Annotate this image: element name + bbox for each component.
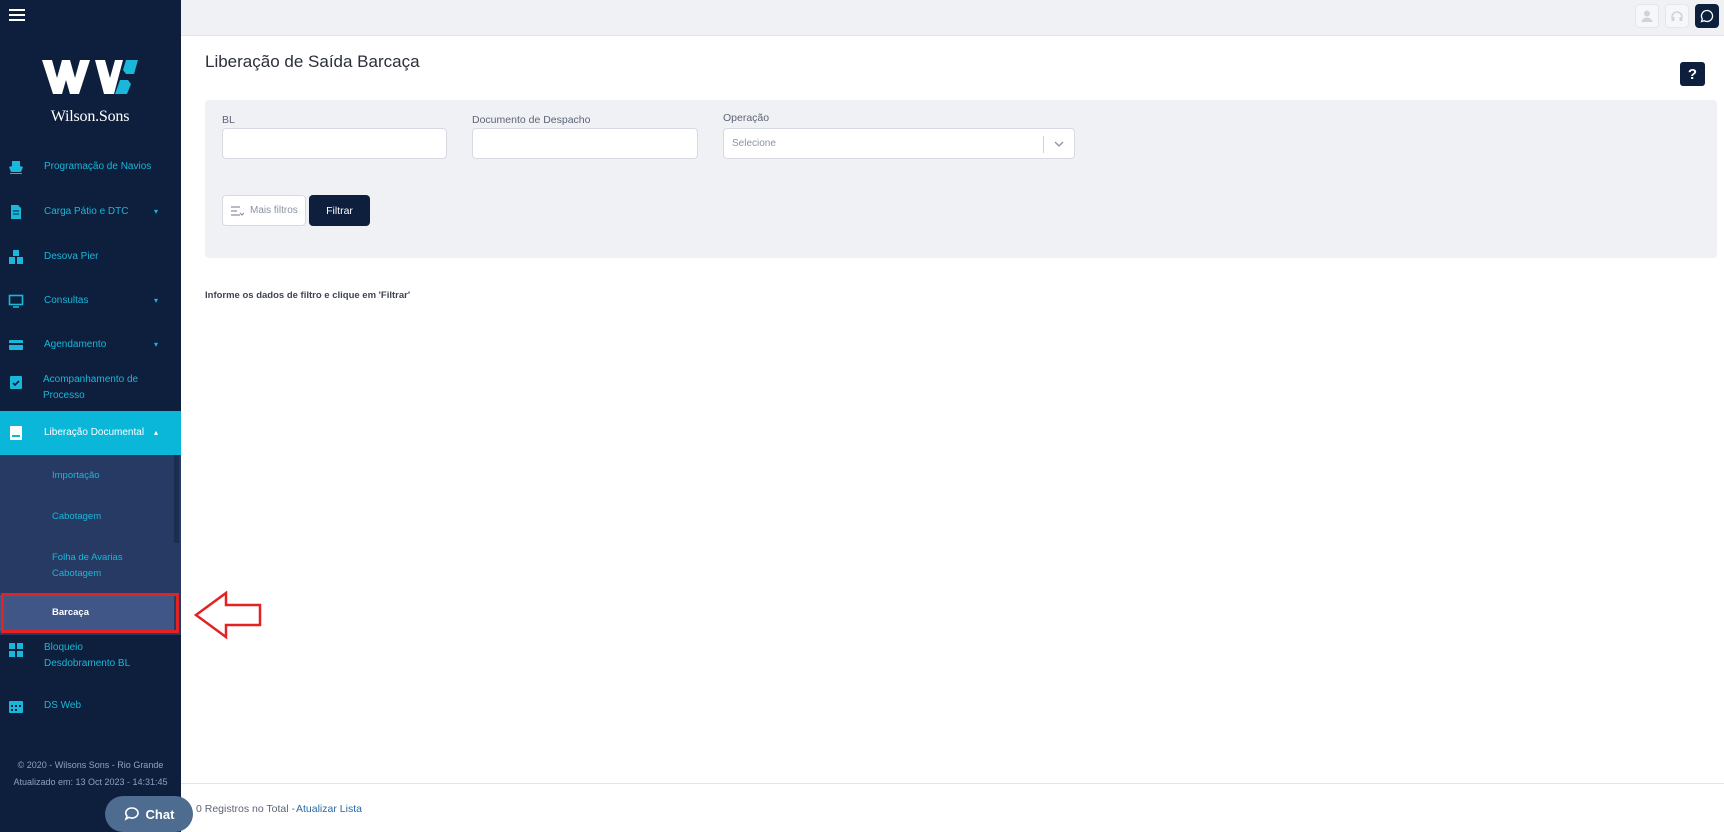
sidebar-item-agendamento[interactable]: Agendamento ▾ — [0, 327, 181, 363]
select-separator — [1043, 136, 1044, 153]
sidebar-item-label: Carga Pátio e DTC — [44, 206, 129, 217]
operacao-select[interactable]: Selecione — [723, 128, 1075, 159]
filter-panel — [205, 100, 1717, 258]
sidebar-item-ds-web[interactable]: DS Web — [0, 691, 181, 721]
boxes-icon — [9, 250, 23, 264]
sidebar-scrollbar[interactable] — [174, 455, 179, 543]
submenu-item-label: Cabotagem — [52, 511, 102, 522]
page-title: Liberação de Saída Barcaça — [205, 52, 420, 71]
sidebar-item-label: Programação de Navios — [44, 161, 152, 172]
bottom-bar: 0 Registros no Total - Atualizar Lista — [181, 783, 1724, 832]
operacao-select-placeholder: Selecione — [732, 138, 776, 149]
submenu-item-importacao[interactable]: Importação — [0, 463, 174, 493]
chat-bubble-icon — [124, 807, 139, 821]
doc-despacho-input[interactable] — [472, 128, 698, 159]
sidebar-item-label: Agendamento — [44, 339, 107, 350]
chevron-down-icon: ▾ — [154, 207, 159, 216]
records-count: 0 Registros no Total - — [196, 803, 296, 815]
sidebar-item-carga-patio[interactable]: Carga Pátio e DTC ▾ — [0, 194, 181, 230]
book-icon — [10, 426, 22, 440]
highlight-box — [1, 593, 179, 633]
sidebar-item-label: Desova Pier — [44, 251, 99, 262]
sidebar-item-label: Liberação Documental — [44, 427, 145, 438]
sidebar-item-label: Consultas — [44, 295, 89, 306]
more-filters-button[interactable]: Mais filtros — [222, 195, 306, 226]
ship-icon — [9, 161, 23, 174]
brand-name: Wilson.Sons — [50, 108, 130, 125]
sidebar-item-label: Bloqueio Desdobramento BL — [44, 642, 131, 669]
app-root: Wilson.Sons Programação de Navios Carga … — [0, 0, 1724, 832]
top-bar — [181, 0, 1724, 36]
sidebar: Wilson.Sons Programação de Navios Carga … — [0, 0, 181, 832]
submenu-item-label: Folha de Avarias Cabotagem — [52, 552, 123, 579]
chevron-up-icon: ▴ — [154, 428, 159, 437]
sidebar-item-acompanhamento[interactable]: Acompanhamento de Processo — [0, 370, 181, 410]
footer-updated: Atualizado em: 13 Oct 2023 - 14:31:45 — [13, 777, 168, 787]
submenu-item-label: Importação — [52, 470, 100, 481]
bl-label: BL — [222, 114, 235, 126]
sidebar-item-label: DS Web — [44, 700, 82, 711]
document-icon — [11, 205, 21, 219]
info-message: Informe os dados de filtro e clique em '… — [205, 290, 411, 301]
hamburger-menu-icon[interactable] — [9, 9, 25, 23]
doc-despacho-label: Documento de Despacho — [472, 114, 591, 126]
card-icon — [9, 340, 23, 350]
chat-label: Chat — [145, 806, 175, 822]
user-icon[interactable] — [1635, 4, 1659, 28]
operacao-label: Operação — [723, 112, 770, 124]
chevron-down-icon — [1054, 141, 1064, 147]
submenu-item-folha-avarias[interactable]: Folha de Avarias Cabotagem — [0, 548, 174, 588]
chevron-down-icon: ▾ — [154, 340, 159, 349]
arrow-left-icon — [193, 590, 262, 640]
chat-button[interactable]: Chat — [105, 796, 193, 832]
grid-icon — [9, 643, 23, 657]
sidebar-item-bloqueio-desdobramento[interactable]: Bloqueio Desdobramento BL — [0, 638, 181, 678]
sidebar-item-liberacao-documental[interactable]: Liberação Documental ▴ — [0, 411, 181, 455]
help-button[interactable]: ? — [1680, 62, 1705, 86]
ws-logo-icon — [42, 60, 138, 94]
sidebar-item-programacao-navios[interactable]: Programação de Navios — [0, 149, 181, 185]
calendar-icon — [9, 701, 23, 713]
whatsapp-icon[interactable] — [1695, 4, 1719, 28]
bl-input[interactable] — [222, 128, 447, 159]
refresh-list-link[interactable]: Atualizar Lista — [296, 803, 362, 815]
clipboard-check-icon — [10, 376, 22, 389]
sidebar-item-desova-pier[interactable]: Desova Pier — [0, 239, 181, 275]
submenu-item-cabotagem[interactable]: Cabotagem — [0, 504, 174, 534]
footer-copyright: © 2020 - Wilsons Sons - Rio Grande — [17, 760, 164, 770]
headset-icon[interactable] — [1665, 4, 1689, 28]
sidebar-item-consultas[interactable]: Consultas ▾ — [0, 283, 181, 319]
filter-button[interactable]: Filtrar — [309, 195, 370, 226]
sidebar-item-label: Acompanhamento de Processo — [43, 374, 139, 401]
filter-lines-icon — [231, 205, 244, 216]
brand-logo: Wilson.Sons — [40, 58, 140, 128]
chevron-down-icon: ▾ — [154, 296, 159, 305]
monitor-icon — [8, 294, 24, 308]
more-filters-label: Mais filtros — [250, 205, 298, 216]
